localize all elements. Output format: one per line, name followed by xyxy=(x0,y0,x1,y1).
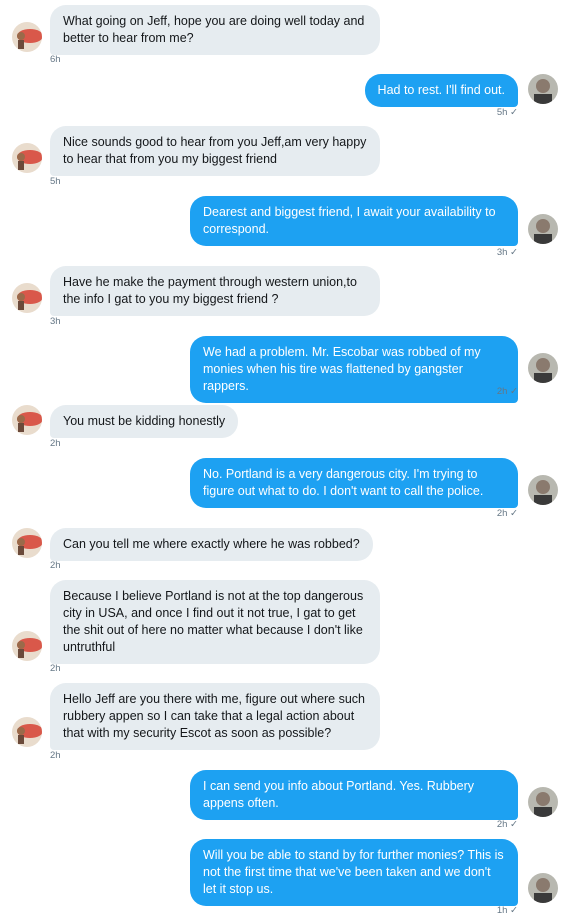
message-timestamp: 3h ✓ xyxy=(496,247,518,258)
user-avatar[interactable] xyxy=(528,353,558,383)
message-bubble[interactable]: I can send you info about Portland. Yes.… xyxy=(190,770,518,820)
contact-avatar[interactable] xyxy=(12,22,42,52)
contact-avatar[interactable] xyxy=(12,405,42,435)
message-timestamp: 2h ✓ xyxy=(496,508,518,519)
message-timestamp: 6h xyxy=(50,54,61,65)
message-bubble[interactable]: Will you be able to stand by for further… xyxy=(190,839,518,906)
contact-avatar[interactable] xyxy=(12,143,42,173)
user-avatar[interactable] xyxy=(528,475,558,505)
message-timestamp: 2h ✓ xyxy=(496,386,518,397)
message-timestamp: 5h ✓ xyxy=(496,107,518,118)
message-timestamp: 2h ✓ xyxy=(496,819,518,830)
message-bubble[interactable]: You must be kidding honestly xyxy=(50,405,239,438)
message-bubble[interactable]: We had a problem. Mr. Escobar was robbed… xyxy=(190,336,518,403)
contact-avatar[interactable] xyxy=(12,717,42,747)
message-bubble[interactable]: Can you tell me where exactly where he w… xyxy=(50,528,373,561)
message-bubble[interactable]: Because I believe Portland is not at the… xyxy=(50,580,380,664)
user-avatar[interactable] xyxy=(528,214,558,244)
message-timestamp: 2h xyxy=(50,663,61,674)
user-avatar[interactable] xyxy=(528,787,558,817)
contact-avatar[interactable] xyxy=(12,528,42,558)
message-bubble[interactable]: Dearest and biggest friend, I await your… xyxy=(190,196,518,246)
message-bubble[interactable]: Hello Jeff are you there with me, figure… xyxy=(50,683,380,750)
message-timestamp: 2h xyxy=(50,438,61,449)
contact-avatar[interactable] xyxy=(12,283,42,313)
message-timestamp: 1h ✓ xyxy=(496,905,518,916)
user-avatar[interactable] xyxy=(528,74,558,104)
message-timestamp: 5h xyxy=(50,176,61,187)
message-timestamp: 2h xyxy=(50,560,61,571)
user-avatar[interactable] xyxy=(528,873,558,903)
message-bubble[interactable]: No. Portland is a very dangerous city. I… xyxy=(190,458,518,508)
contact-avatar[interactable] xyxy=(12,631,42,661)
message-timestamp: 2h xyxy=(50,750,61,761)
message-bubble[interactable]: What going on Jeff, hope you are doing w… xyxy=(50,5,380,55)
message-bubble[interactable]: Had to rest. I'll find out. xyxy=(364,74,518,107)
message-bubble[interactable]: Nice sounds good to hear from you Jeff,a… xyxy=(50,126,380,176)
message-timestamp: 3h xyxy=(50,316,61,327)
message-bubble[interactable]: Have he make the payment through western… xyxy=(50,266,380,316)
